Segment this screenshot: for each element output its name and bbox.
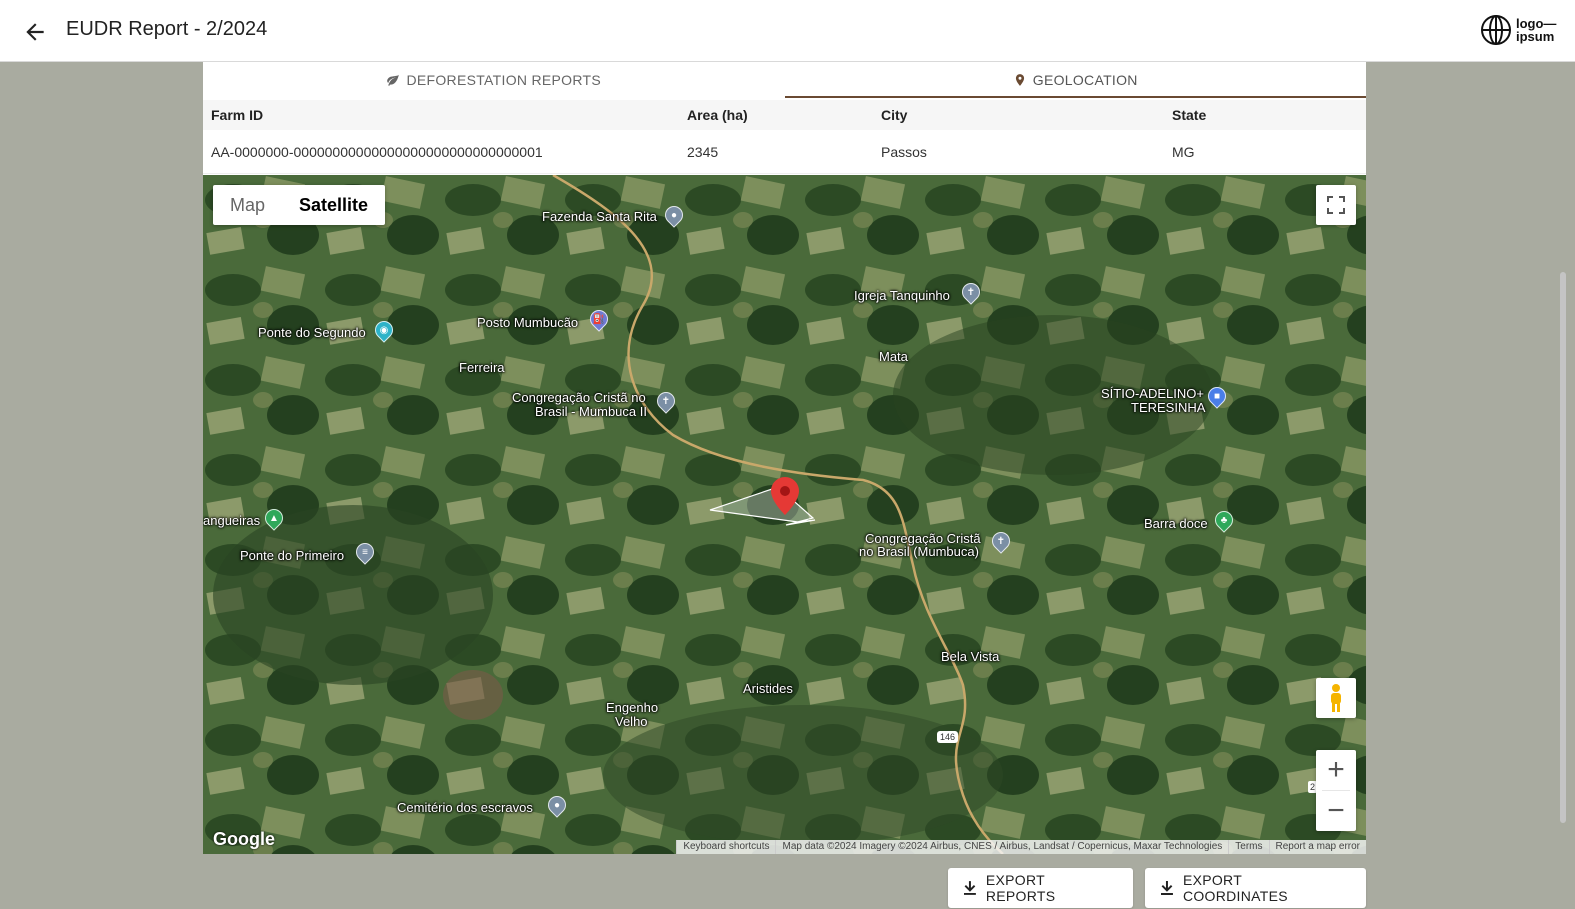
col-city[interactable]: City [881, 107, 1172, 123]
farm-table: Farm ID Area (ha) City State AA-0000000-… [203, 100, 1366, 174]
place-label: Barra doce [1144, 516, 1208, 531]
export-coordinates-button[interactable]: EXPORT COORDINATES [1145, 868, 1366, 908]
map-data-credit: Map data ©2024 Imagery ©2024 Airbus, CNE… [775, 840, 1228, 854]
col-state[interactable]: State [1172, 107, 1366, 123]
report-panel: DEFORESTATION REPORTS GEOLOCATION Farm I… [187, 62, 1382, 909]
zoom-control: + − [1316, 750, 1356, 831]
cell-city: Passos [881, 143, 927, 160]
globe-icon [1481, 15, 1511, 45]
keyboard-shortcuts-link[interactable]: Keyboard shortcuts [676, 840, 775, 854]
place-label: Brasil - Mumbuca II [535, 404, 647, 419]
google-logo: Google [213, 829, 275, 849]
place-label: Ponte do Segundo [258, 325, 366, 340]
location-marker-icon[interactable] [771, 477, 799, 515]
satellite-map[interactable]: Fazenda Santa Rita ● Igreja Tanquinho ✝ … [203, 175, 1366, 854]
zoom-out-button[interactable]: − [1316, 791, 1356, 831]
place-label: Fazenda Santa Rita [542, 209, 657, 224]
logo: logo—ipsum [1480, 14, 1560, 46]
tab-geolocation[interactable]: GEOLOCATION [784, 62, 1367, 98]
back-arrow-icon[interactable] [22, 19, 48, 45]
tab-deforestation-reports[interactable]: DEFORESTATION REPORTS [203, 62, 785, 98]
place-label: no Brasil (Mumbuca) [859, 544, 979, 559]
place-label: Aristides [743, 681, 793, 696]
pegman-icon [1331, 684, 1341, 712]
place-label: Igreja Tanquinho [854, 288, 950, 303]
place-label: Bela Vista [941, 649, 1000, 664]
location-pin-icon [1015, 74, 1024, 86]
place-label: angueiras [203, 513, 261, 528]
table-header: Farm ID Area (ha) City State [203, 100, 1366, 130]
map-type-control: Map Satellite [213, 185, 386, 225]
place-label: Ferreira [459, 360, 505, 375]
place-label: Posto Mumbucão [477, 315, 579, 330]
page-title: EUDR Report - 2/2024 [66, 18, 268, 40]
place-label: Engenho [606, 700, 659, 715]
place-label: Velho [615, 714, 648, 729]
export-reports-button[interactable]: EXPORT REPORTS [948, 868, 1133, 908]
tab-label: DEFORESTATION REPORTS [406, 72, 602, 88]
cell-state: MG [1172, 143, 1195, 160]
button-label: EXPORT REPORTS [985, 872, 1056, 904]
app-bar: EUDR Report - 2/2024 logo—ipsum [0, 0, 1575, 62]
map-type-satellite-button[interactable]: Satellite [282, 185, 385, 225]
place-label: Mata [879, 349, 908, 364]
road-shield: 146 [937, 731, 959, 743]
zoom-in-button[interactable]: + [1316, 750, 1356, 790]
map-attribution: Keyboard shortcuts Map data ©2024 Imager… [676, 840, 1366, 854]
leaf-icon [387, 74, 400, 86]
tab-label: GEOLOCATION [1032, 72, 1138, 88]
map-type-map-button[interactable]: Map [213, 185, 282, 225]
download-icon [964, 881, 976, 895]
download-icon [1161, 881, 1173, 895]
col-farm-id[interactable]: Farm ID [203, 107, 687, 123]
report-map-error-link[interactable]: Report a map error [1268, 840, 1366, 854]
page-scrollbar[interactable] [1560, 272, 1566, 823]
terms-link[interactable]: Terms [1228, 840, 1268, 854]
place-label: Ponte do Primeiro [240, 548, 345, 563]
logo-text: logo—ipsum [1516, 16, 1557, 44]
cell-area: 2345 [687, 143, 719, 160]
table-row[interactable]: AA-0000000-00000000000000000000000000000… [203, 130, 1366, 174]
cell-farm-id: AA-0000000-00000000000000000000000000000… [211, 143, 543, 160]
report-card: DEFORESTATION REPORTS GEOLOCATION Farm I… [203, 62, 1366, 854]
fullscreen-button[interactable] [1316, 185, 1356, 225]
button-label: EXPORT COORDINATES [1182, 872, 1288, 904]
place-label: Cemitério dos escravos [397, 800, 533, 815]
fullscreen-icon [1327, 196, 1345, 214]
place-label: TERESINHA [1131, 400, 1206, 415]
place-label: SÍTIO-ADELINO+ [1101, 386, 1204, 401]
tab-bar: DEFORESTATION REPORTS GEOLOCATION [203, 62, 1366, 98]
col-area[interactable]: Area (ha) [687, 107, 881, 123]
place-label: Congregação Cristã no [512, 390, 646, 405]
street-view-pegman[interactable] [1316, 678, 1356, 718]
